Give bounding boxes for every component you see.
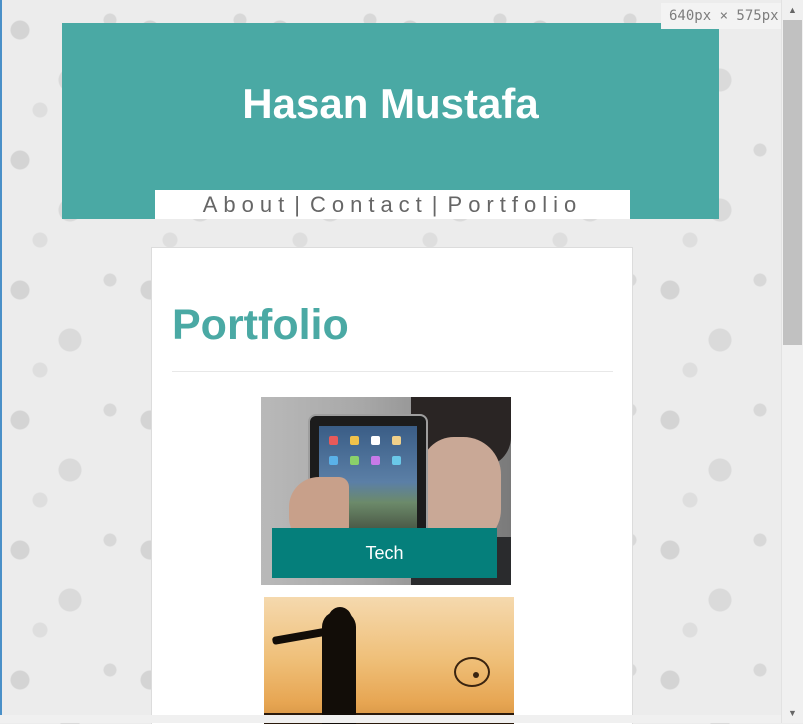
nav-link-contact[interactable]: Contact bbox=[310, 192, 428, 218]
portfolio-item-sports[interactable] bbox=[264, 597, 514, 724]
scroll-up-arrow-icon[interactable]: ▲ bbox=[782, 0, 803, 20]
scroll-down-arrow-icon[interactable]: ▼ bbox=[782, 703, 803, 723]
viewport-size-indicator: 640px × 575px bbox=[661, 3, 781, 29]
main-nav: About | Contact | Portfolio bbox=[155, 190, 630, 219]
portfolio-item-label: Tech bbox=[272, 528, 497, 578]
window-left-edge bbox=[0, 0, 2, 723]
nav-separator: | bbox=[431, 191, 444, 217]
scrollbar-thumb[interactable] bbox=[783, 20, 802, 345]
vertical-scrollbar[interactable]: ▲ ▼ bbox=[781, 0, 803, 723]
nav-link-portfolio[interactable]: Portfolio bbox=[448, 192, 583, 218]
content-panel: Portfolio Tech bbox=[151, 247, 633, 724]
portfolio-item-tech[interactable]: Tech bbox=[261, 397, 511, 585]
heading-divider bbox=[172, 371, 613, 372]
nav-separator: | bbox=[294, 191, 306, 217]
nav-link-about[interactable]: About bbox=[203, 192, 291, 218]
site-header: Hasan Mustafa About | Contact | Portfoli… bbox=[62, 23, 719, 219]
page-heading: Portfolio bbox=[172, 301, 349, 349]
cricket-batter-silhouette-photo bbox=[264, 597, 514, 724]
site-title: Hasan Mustafa bbox=[242, 80, 539, 127]
horizontal-scrollbar-track bbox=[0, 715, 781, 723]
